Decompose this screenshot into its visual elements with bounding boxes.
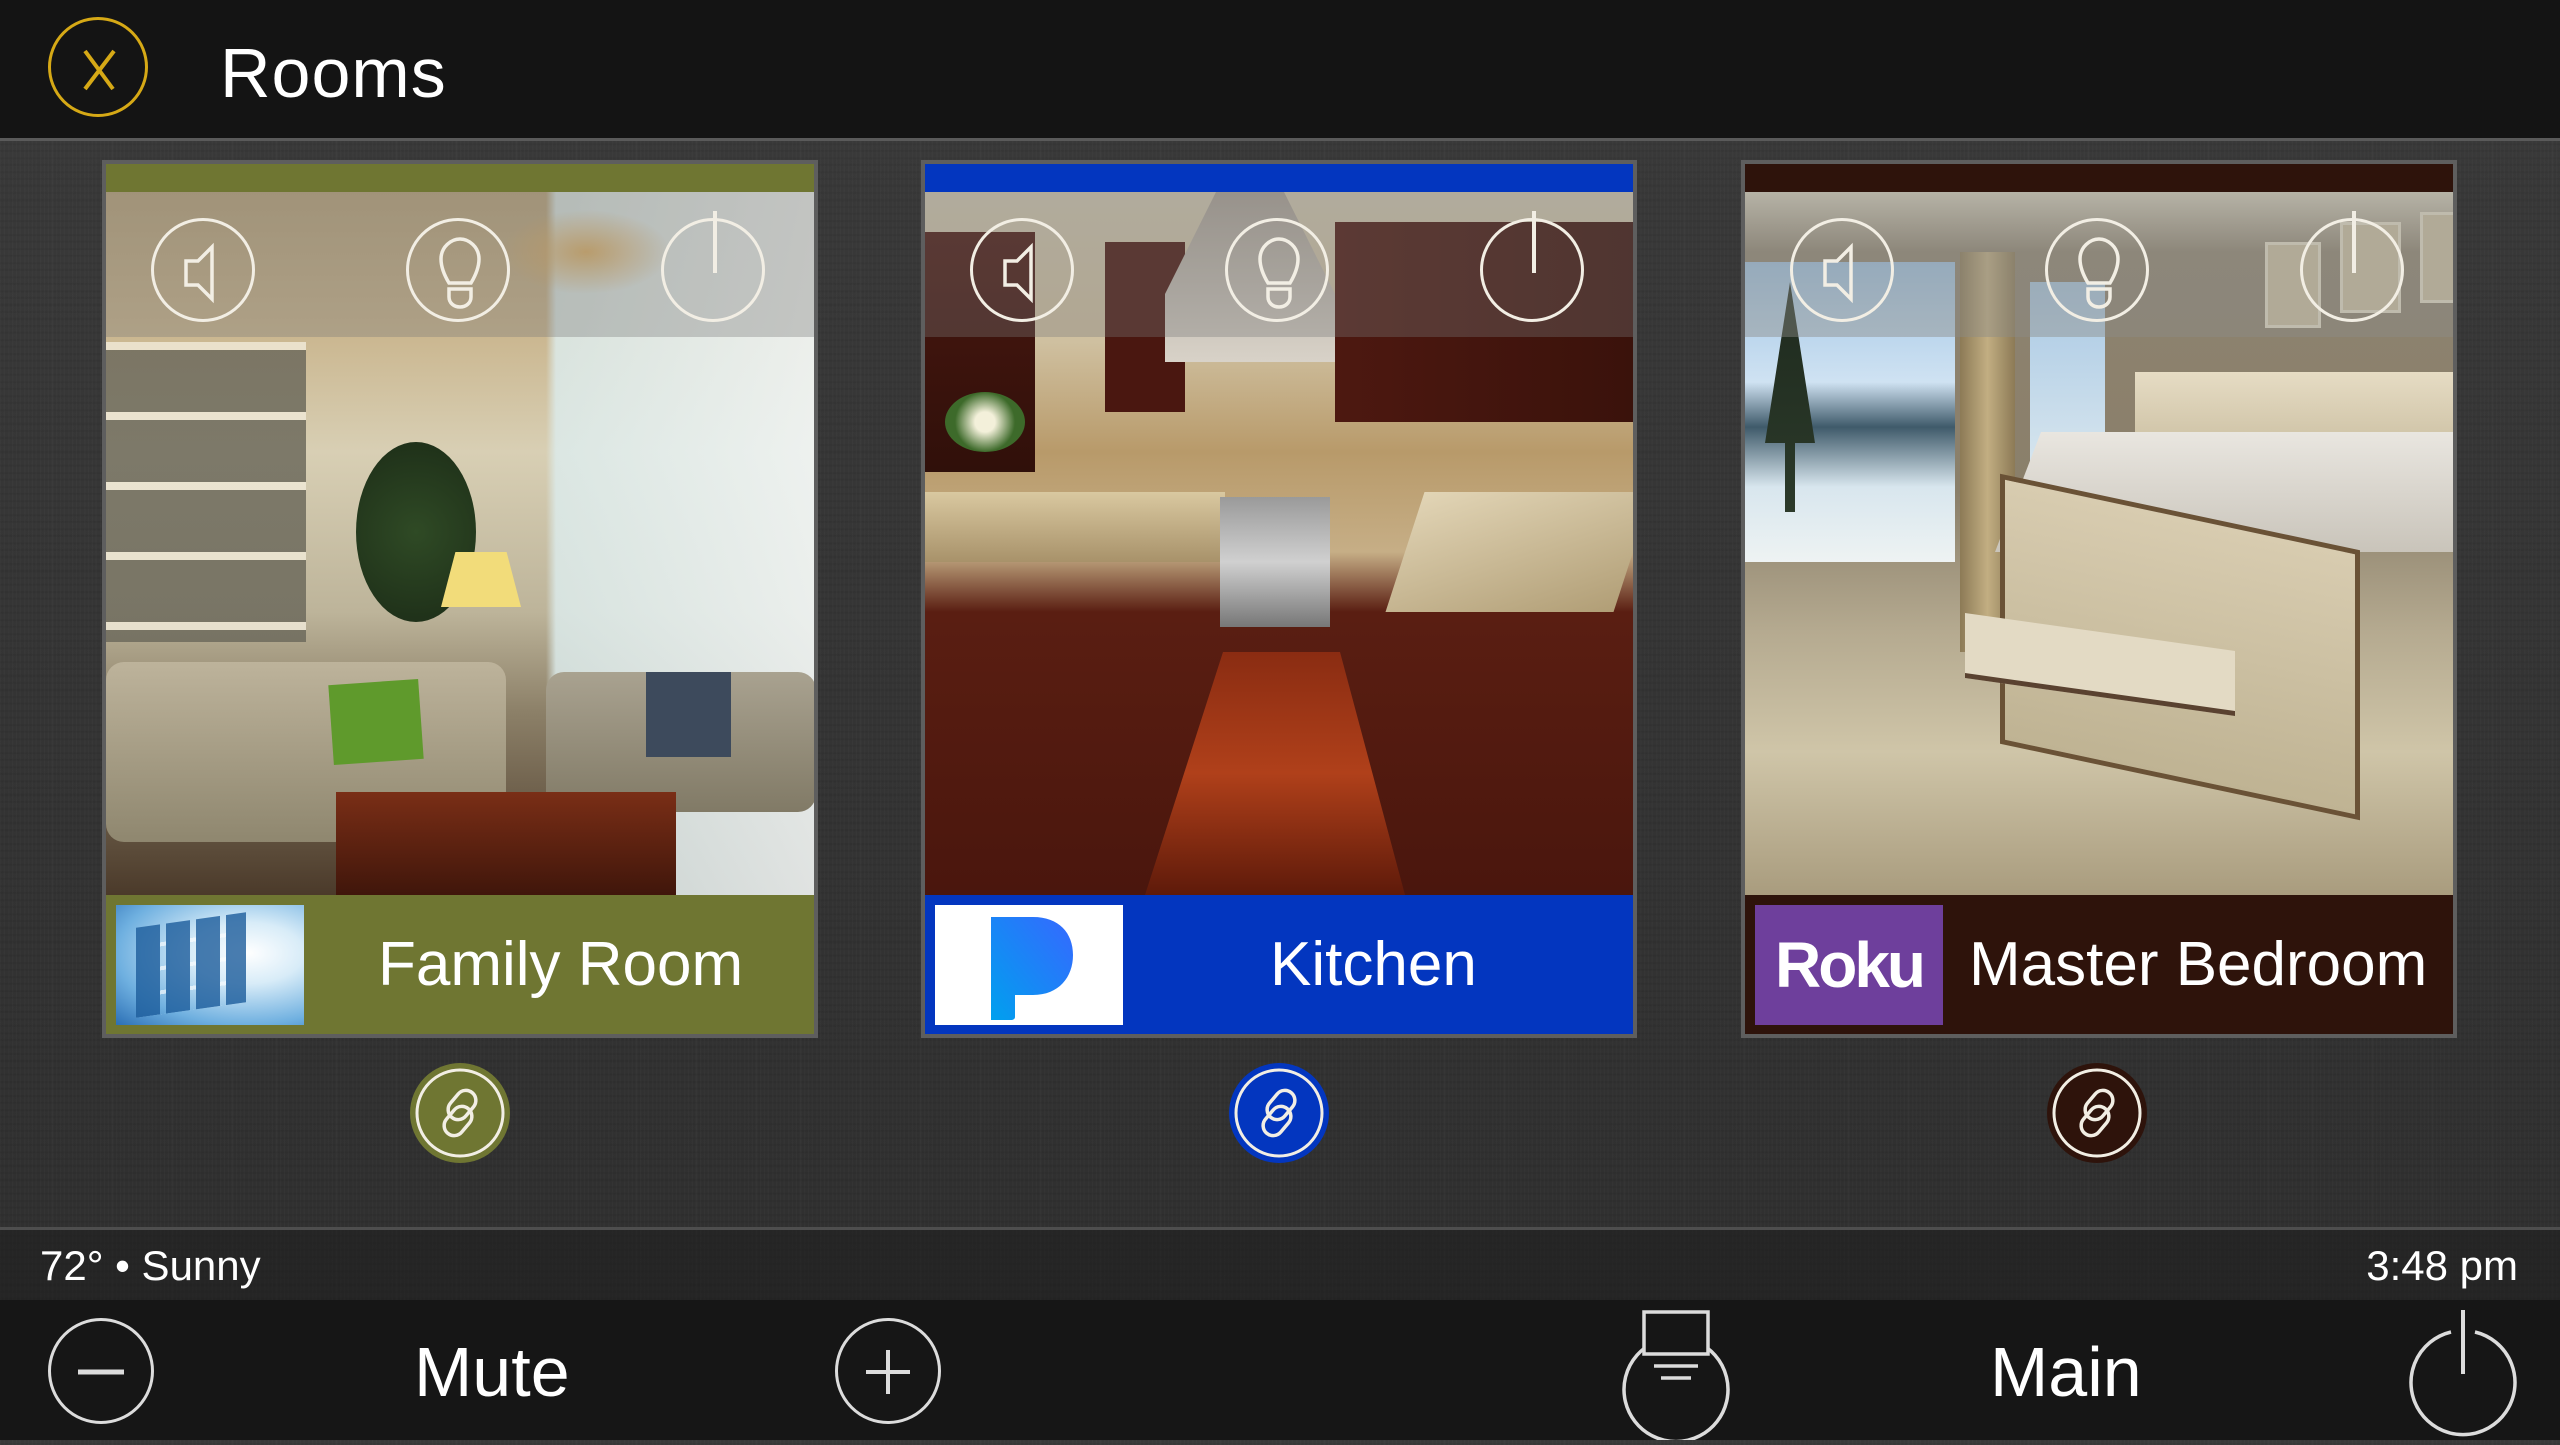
bedroom-photo	[1745, 192, 2453, 895]
pillow-graphic	[646, 672, 731, 757]
power-icon	[713, 211, 717, 273]
room-label-bar: Family Room	[106, 895, 814, 1034]
link-room-button[interactable]	[1229, 1063, 1329, 1163]
room-label-bar: Roku Master Bedroom	[1745, 895, 2453, 1034]
power-button[interactable]	[2300, 211, 2404, 322]
power-button[interactable]	[1480, 211, 1584, 322]
volume-button[interactable]	[1790, 218, 1894, 322]
room-card-master-bedroom[interactable]: Roku Master Bedroom	[1741, 160, 2457, 1038]
pillow-graphic	[328, 678, 424, 766]
lightbulb-icon	[1258, 237, 1300, 309]
close-x-icon	[83, 49, 116, 91]
power-icon	[1532, 211, 1536, 273]
link-room-button[interactable]	[2047, 1063, 2147, 1163]
minus-icon	[78, 1369, 124, 1375]
volume-up-button[interactable]	[835, 1318, 941, 1424]
room-name: Family Room	[378, 930, 744, 999]
coffee-table-graphic	[336, 792, 676, 895]
room-name: Kitchen	[1270, 930, 1477, 999]
room-name: Master Bedroom	[1969, 930, 2428, 999]
pandora-logo[interactable]	[935, 905, 1123, 1025]
flowers-graphic	[945, 392, 1025, 452]
weather-readout: 72° • Sunny	[40, 1242, 261, 1289]
video-wall-thumbnail	[116, 905, 304, 1025]
power-icon	[2352, 211, 2356, 273]
countertop-graphic	[1385, 492, 1633, 612]
roku-wordmark: Roku	[1775, 929, 1926, 1001]
link-room-button[interactable]	[410, 1063, 510, 1163]
room-card-kitchen[interactable]: Kitchen	[921, 160, 1637, 1038]
plus-icon	[866, 1350, 910, 1394]
link-chain-icon	[1234, 1068, 1324, 1158]
roku-logo[interactable]: Roku	[1755, 905, 1943, 1025]
room-color-bar	[106, 164, 814, 192]
countertop-graphic	[925, 492, 1225, 562]
lightbulb-icon	[439, 237, 481, 309]
kitchen-photo	[925, 192, 1633, 895]
room-color-bar	[925, 164, 1633, 192]
source-button[interactable]	[1620, 1300, 1732, 1444]
living-room-photo	[106, 192, 814, 895]
volume-down-button[interactable]	[48, 1318, 154, 1424]
volume-icon	[1823, 242, 1853, 304]
lights-button[interactable]	[406, 218, 510, 322]
lights-button[interactable]	[2045, 218, 2149, 322]
link-chain-icon	[2052, 1068, 2142, 1158]
control-bar: Mute Main	[0, 1300, 2560, 1444]
pandora-p-icon	[991, 917, 1073, 1020]
stove-graphic	[1220, 497, 1330, 627]
lights-button[interactable]	[1225, 218, 1329, 322]
close-button[interactable]	[48, 17, 148, 117]
room-label-bar: Kitchen	[925, 895, 1633, 1034]
page-title: Rooms	[220, 34, 447, 112]
system-power-button[interactable]	[2404, 1308, 2522, 1440]
display-source-icon	[1622, 1310, 1730, 1444]
screens-graphic	[136, 912, 246, 1018]
status-bar: 72° • Sunny 3:48 pm	[0, 1227, 2560, 1303]
mute-button[interactable]: Mute	[414, 1330, 570, 1414]
room-color-bar	[1745, 164, 2453, 192]
zone-main-button[interactable]: Main	[1990, 1330, 2142, 1414]
power-button[interactable]	[661, 211, 765, 322]
clock-readout: 3:48 pm	[2366, 1242, 2518, 1289]
link-chain-icon	[415, 1068, 505, 1158]
header-bar: Rooms	[0, 0, 2560, 141]
volume-icon	[184, 242, 214, 304]
power-icon	[2409, 1310, 2517, 1437]
wood-floor-graphic	[1145, 652, 1405, 895]
bookshelf-graphic	[106, 342, 306, 642]
volume-button[interactable]	[151, 218, 255, 322]
volume-button[interactable]	[970, 218, 1074, 322]
lightbulb-icon	[2078, 237, 2120, 309]
volume-icon	[1003, 242, 1033, 304]
room-card-family-room[interactable]: Family Room	[102, 160, 818, 1038]
